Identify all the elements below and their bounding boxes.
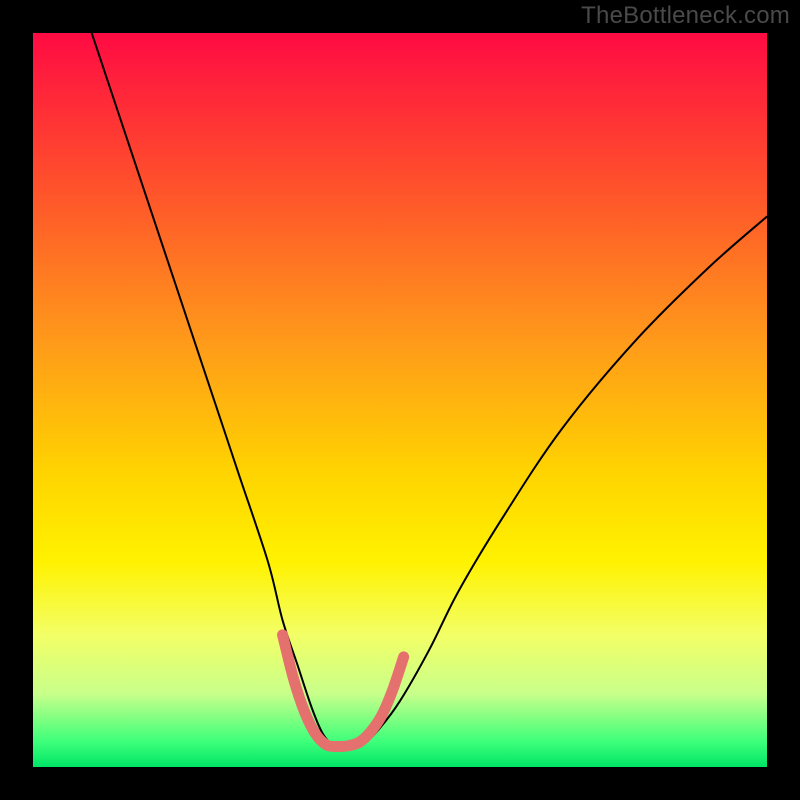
chart-stage: TheBottleneck.com — [0, 0, 800, 800]
watermark-text: TheBottleneck.com — [581, 2, 790, 30]
bottleneck-plot — [33, 33, 767, 767]
